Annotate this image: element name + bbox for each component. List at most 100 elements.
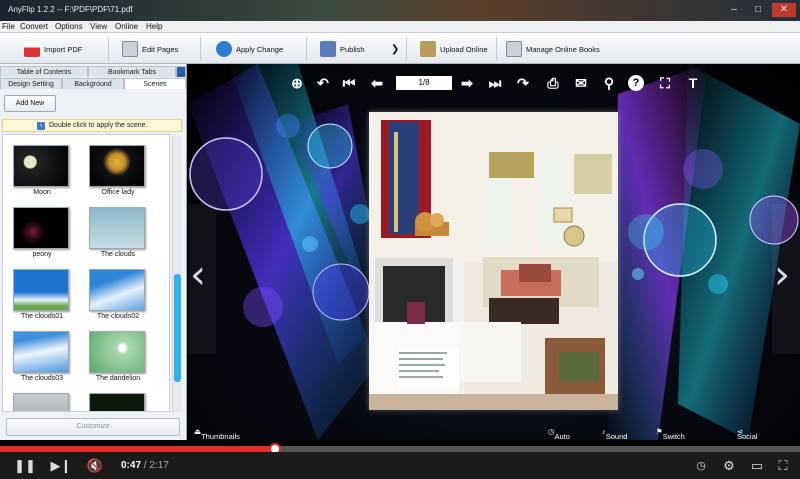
scene-label: The clouds02 [96, 313, 140, 320]
watch-later-icon[interactable]: ◷ [692, 457, 710, 475]
scene-label: Moon [33, 189, 51, 196]
publish-button[interactable]: Publish [320, 39, 365, 59]
tab-table-of-contents[interactable]: Table of Contents [0, 66, 88, 77]
toolbar-divider [108, 37, 109, 61]
close-window-button[interactable]: ✕ [772, 3, 796, 17]
sound-on-button[interactable]: ♪ Sound On [602, 427, 627, 440]
manage-online-books-label: Manage Online Books [526, 44, 600, 54]
upload-online-button[interactable]: Upload Online [420, 39, 488, 59]
theater-mode-icon[interactable]: ▭ [746, 457, 768, 475]
toolbar-divider [496, 37, 497, 61]
pause-icon[interactable]: ❚❚ [14, 457, 36, 475]
manage-online-books-button[interactable]: Manage Online Books [506, 39, 600, 59]
scene-thumbnail [89, 331, 145, 373]
toolbar-divider [306, 37, 307, 61]
social-share-label: Social Share [737, 432, 758, 440]
scene-scrollbar[interactable] [172, 136, 182, 412]
volume-muted-icon[interactable]: 🔇 [84, 457, 106, 475]
scene-thumbnail [13, 145, 69, 187]
scene-peony[interactable]: peony [13, 207, 71, 263]
scene-thumbnail [13, 393, 69, 411]
text-icon[interactable]: T [684, 74, 702, 92]
social-share-button[interactable]: Social Share ⋖ [737, 427, 757, 440]
scene-thumbnail [13, 207, 69, 249]
customize-button[interactable]: Customize [6, 418, 180, 436]
settings-gear-icon[interactable]: ⚙ [718, 457, 740, 475]
menu-convert[interactable]: Convert [20, 22, 48, 31]
tab-background[interactable]: Background [62, 78, 124, 89]
scene-label: The dandelion [95, 375, 141, 382]
menu-view[interactable]: View [90, 22, 107, 31]
chevron-right-icon: › [774, 252, 790, 298]
scrollbar-thumb[interactable] [174, 274, 181, 382]
fullscreen-icon[interactable]: ⛶ [656, 74, 674, 92]
tab-scenes[interactable]: Scenes [124, 78, 186, 89]
menu-help[interactable]: Help [146, 22, 162, 31]
panel-menu-icon[interactable] [176, 66, 186, 77]
thumbnails-label: Thumbnails [201, 432, 240, 440]
add-new-button[interactable]: Add New [4, 95, 56, 112]
switch-language-label: Switch Language [662, 432, 685, 440]
fullscreen-icon[interactable]: ⛶ [772, 457, 794, 475]
scene-the-clouds[interactable]: The clouds [89, 207, 147, 263]
zoom-in-icon[interactable]: ⊕ [288, 74, 306, 92]
edit-pages-button[interactable]: Edit Pages [122, 39, 178, 59]
import-pdf-button[interactable]: Import PDF [24, 39, 82, 59]
print-icon[interactable]: ⎙ [544, 74, 562, 92]
import-pdf-label: Import PDF [44, 44, 83, 54]
scene-thumbnail [89, 393, 145, 411]
book-page[interactable] [369, 112, 618, 410]
scene-office-lady[interactable]: Office lady [89, 145, 147, 201]
scene-hint: i Double click to apply the scene. [2, 119, 182, 132]
redo-icon[interactable]: ↷ [514, 74, 532, 92]
next-page-icon[interactable]: ➡ [458, 74, 476, 92]
previous-page-icon[interactable]: ⬅ [368, 74, 386, 92]
pdf-icon [24, 41, 40, 57]
toolbar-more-chevron-icon[interactable]: ❯ [391, 39, 399, 59]
scene-thumbnail [89, 145, 145, 187]
email-icon[interactable]: ✉ [572, 74, 590, 92]
scene-the-clouds03[interactable]: The clouds03 [13, 331, 71, 387]
next-page-arrow[interactable]: › [772, 204, 800, 354]
undo-icon[interactable]: ↶ [314, 74, 332, 92]
manage-books-icon [506, 41, 522, 57]
scene-partial[interactable] [13, 393, 71, 411]
scene-label: peony [32, 251, 52, 258]
scene-partial[interactable] [89, 393, 147, 411]
scene-the-dandelion[interactable]: The dandelion [89, 331, 147, 387]
menu-online[interactable]: Online [115, 22, 138, 31]
thumbnails-button[interactable]: ⏏ Thumbnails [194, 427, 240, 440]
previous-page-arrow[interactable]: ‹ [188, 204, 216, 354]
scene-hint-text: Double click to apply the scene. [49, 122, 148, 129]
page-number-input[interactable]: 1/8 [396, 76, 452, 90]
scene-the-clouds02[interactable]: The clouds02 [89, 269, 147, 325]
tab-row-bottom: Design Setting Background Scenes [0, 78, 186, 89]
scene-thumbnail [89, 207, 145, 249]
search-icon[interactable]: ⚲ [600, 74, 618, 92]
maximize-button[interactable]: □ [748, 3, 768, 17]
minimize-button[interactable]: – [724, 3, 744, 17]
tab-design-setting[interactable]: Design Setting [0, 78, 62, 89]
scene-the-clouds01[interactable]: The clouds01 [13, 269, 71, 325]
tab-bookmark-tabs[interactable]: Bookmark Tabs [88, 66, 176, 77]
edit-pages-label: Edit Pages [142, 44, 179, 54]
tab-row-top: Table of Contents Bookmark Tabs [0, 66, 186, 77]
apply-change-button[interactable]: Apply Change [216, 39, 283, 59]
last-page-icon[interactable]: ⏭ [486, 74, 504, 92]
flipbook-preview: ⊕ ↶ ⏮ ⬅ 1/8 ➡ ⏭ ↷ ⎙ ✉ ⚲ ? ⛶ T ‹ › ⏏ Thum… [188, 64, 800, 440]
first-page-icon[interactable]: ⏮ [340, 74, 358, 92]
scene-label: The clouds01 [20, 313, 64, 320]
scene-moon[interactable]: Moon [13, 145, 71, 201]
help-icon[interactable]: ? [628, 75, 644, 91]
video-controls: ❚❚ ▶❙ 🔇 0:47 / 2:17 ◷ ⚙ ▭ ⛶ [0, 452, 800, 479]
menu-options[interactable]: Options [55, 22, 83, 31]
menu-bar: File Convert Options View Online Help [0, 21, 800, 33]
scene-label: Office lady [101, 189, 135, 196]
switch-language-button[interactable]: ⚑ Switch Language [656, 427, 685, 440]
scene-thumbnail [13, 269, 69, 311]
flipbook-bottom-bar: ⏏ Thumbnails ◷ Auto Flip ♪ Sound On ⚑ Sw… [188, 422, 800, 440]
menu-file[interactable]: File [2, 22, 15, 31]
auto-flip-button[interactable]: ◷ Auto Flip [548, 427, 570, 440]
upload-online-label: Upload Online [440, 44, 488, 54]
next-video-icon[interactable]: ▶❙ [50, 457, 72, 475]
